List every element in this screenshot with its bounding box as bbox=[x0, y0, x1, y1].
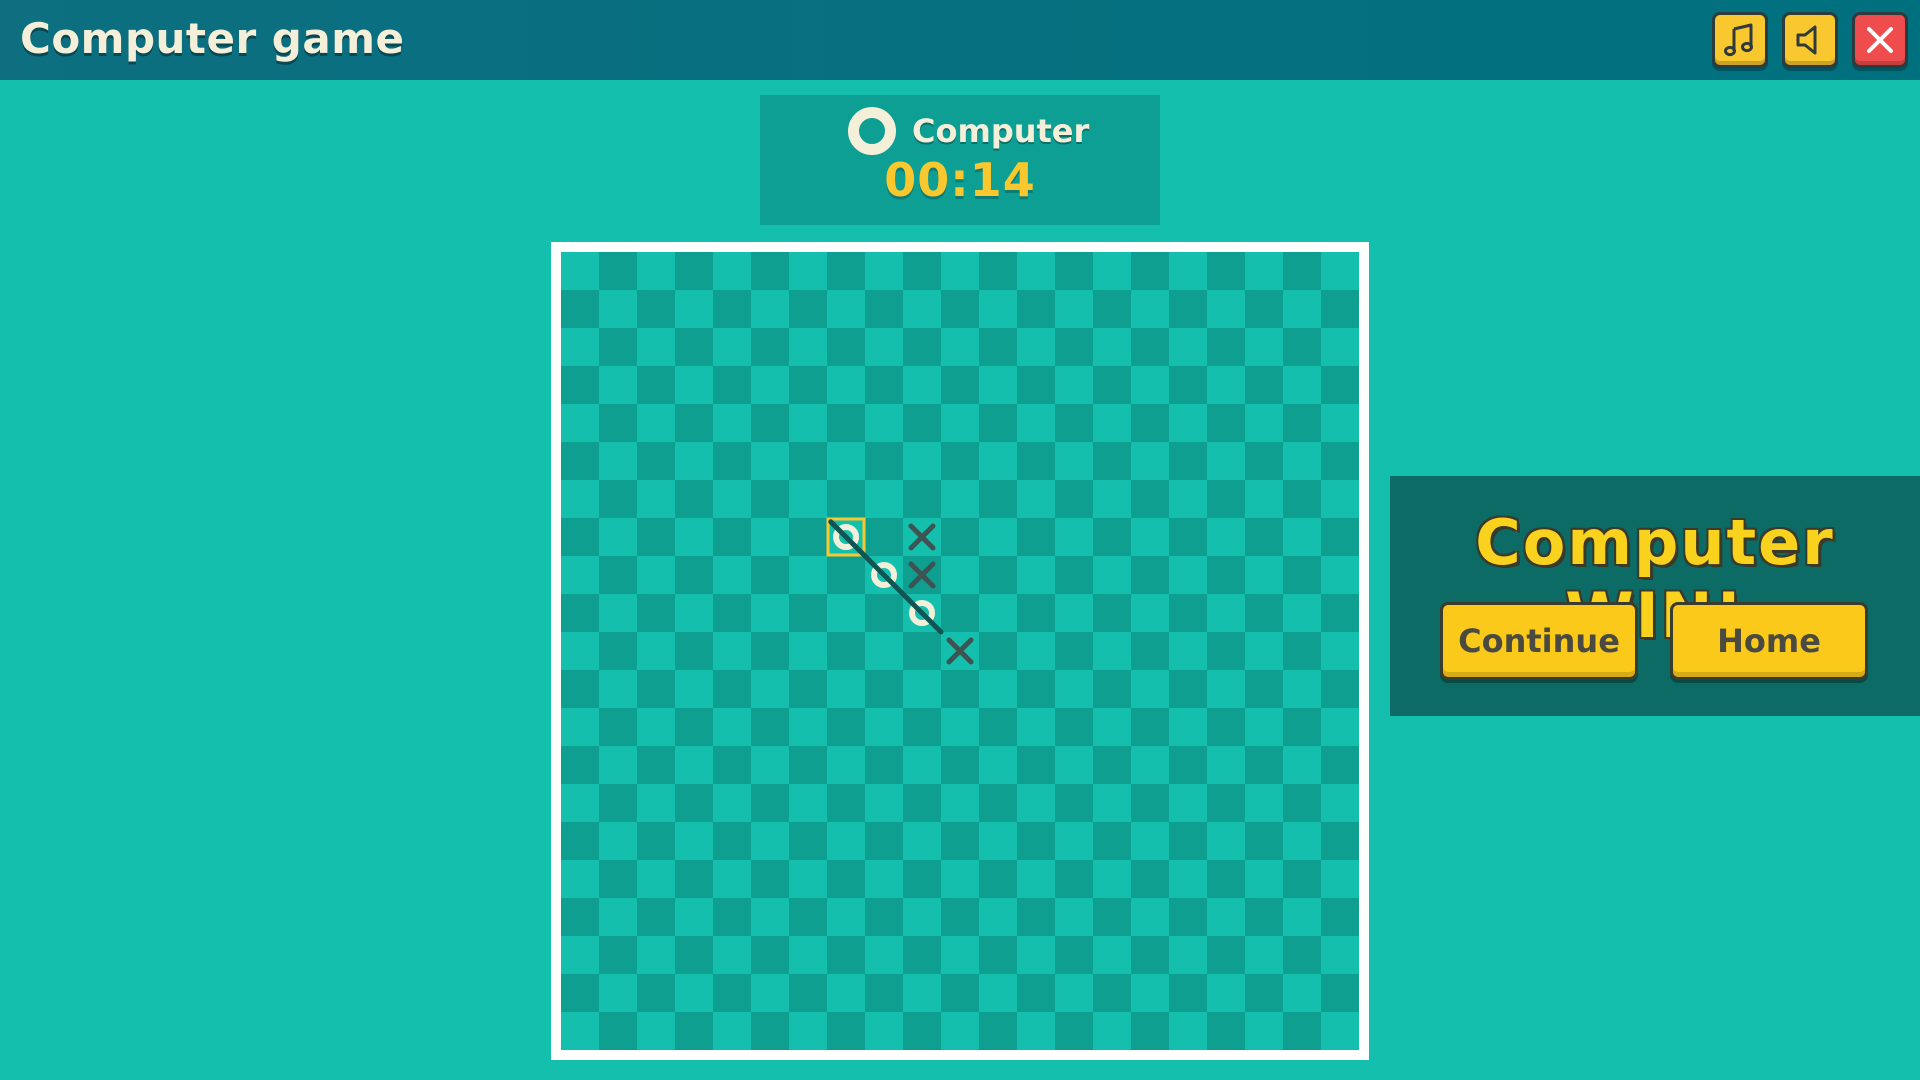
x-piece bbox=[946, 637, 974, 665]
x-piece bbox=[908, 523, 936, 551]
home-button[interactable]: Home bbox=[1670, 602, 1868, 680]
game-board[interactable] bbox=[561, 252, 1359, 1050]
current-player-panel: Computer 00:14 bbox=[760, 95, 1160, 225]
music-button[interactable] bbox=[1712, 12, 1768, 68]
speaker-icon bbox=[1796, 25, 1817, 55]
game-board-frame bbox=[551, 242, 1369, 1060]
continue-button[interactable]: Continue bbox=[1440, 602, 1638, 680]
game-timer: 00:14 bbox=[884, 153, 1036, 207]
sound-button[interactable] bbox=[1782, 12, 1838, 68]
close-icon bbox=[1867, 27, 1893, 53]
board-pieces-layer bbox=[826, 517, 974, 665]
player-name: Computer bbox=[912, 112, 1090, 150]
close-button[interactable] bbox=[1852, 12, 1908, 68]
top-bar: Computer game bbox=[0, 0, 1920, 80]
app-title: Computer game bbox=[20, 14, 405, 63]
music-note-icon bbox=[1724, 23, 1753, 57]
x-piece bbox=[908, 561, 936, 589]
o-symbol-icon bbox=[848, 107, 896, 155]
result-panel: Computer WIN! Continue Home bbox=[1390, 476, 1920, 716]
